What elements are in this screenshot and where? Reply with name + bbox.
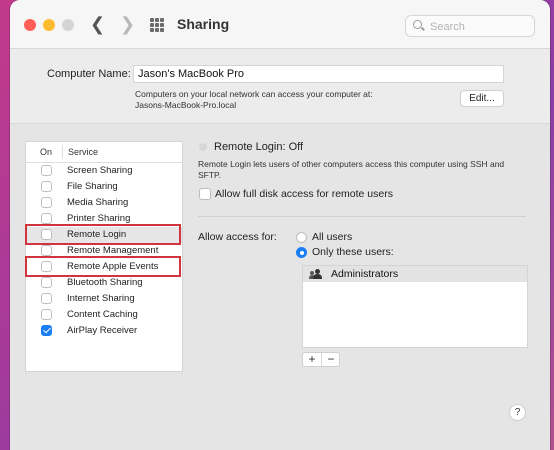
all-users-radio[interactable] [296, 232, 307, 243]
only-these-users-label[interactable]: Only these users: [312, 246, 394, 258]
sharing-window: ❮ ❯ Sharing Computer Name: Computers on … [10, 0, 550, 450]
service-label: Screen Sharing [67, 165, 133, 176]
computer-name-section: Computer Name: Computers on your local n… [10, 49, 550, 123]
close-button[interactable] [24, 19, 36, 31]
remove-user-button[interactable]: − [322, 353, 340, 366]
edit-button[interactable]: Edit... [460, 90, 504, 107]
service-label: Internet Sharing [67, 293, 135, 304]
computer-name-label: Computer Name: [47, 68, 131, 80]
allowed-users-list: Administrators [302, 265, 528, 348]
service-checkbox[interactable] [41, 325, 52, 336]
remote-login-description: Remote Login lets users of other compute… [198, 159, 505, 180]
group-icon [309, 269, 324, 279]
service-row-screen-sharing[interactable]: Screen Sharing [26, 163, 182, 179]
service-label: Bluetooth Sharing [67, 277, 143, 288]
column-separator [62, 145, 63, 159]
user-group-label: Administrators [331, 268, 399, 280]
service-label: Content Caching [67, 309, 138, 320]
back-chevron-icon[interactable]: ❮ [90, 13, 105, 35]
service-checkbox[interactable] [41, 277, 52, 288]
title-bar: ❮ ❯ Sharing [10, 0, 550, 49]
allow-access-label: Allow access for: [198, 231, 277, 243]
minimize-button[interactable] [43, 19, 55, 31]
full-disk-access-checkbox[interactable] [199, 188, 211, 200]
zoom-button[interactable] [62, 19, 74, 31]
sharing-settings-section: On Service Screen Sharing File Sharing Med… [10, 123, 550, 450]
add-remove-control: + − [302, 352, 340, 367]
help-button[interactable]: ? [509, 404, 526, 421]
column-header-on[interactable]: On [40, 147, 52, 157]
service-row-file-sharing[interactable]: File Sharing [26, 179, 182, 195]
computer-name-input[interactable] [133, 65, 504, 83]
service-list-header: On Service [26, 142, 182, 163]
service-checkbox[interactable] [41, 293, 52, 304]
search-field[interactable] [405, 15, 535, 37]
service-row-media-sharing[interactable]: Media Sharing [26, 195, 182, 211]
local-hostname: Jasons-MacBook-Pro.local [135, 100, 237, 110]
status-indicator-icon [199, 143, 207, 151]
service-label: Printer Sharing [67, 213, 131, 224]
service-row-content-caching[interactable]: Content Caching [26, 307, 182, 323]
full-disk-access-label[interactable]: Allow full disk access for remote users [215, 188, 393, 200]
service-checkbox[interactable] [41, 197, 52, 208]
service-checkbox[interactable] [41, 165, 52, 176]
show-all-grid-icon[interactable] [150, 18, 164, 32]
service-row-internet-sharing[interactable]: Internet Sharing [26, 291, 182, 307]
forward-chevron-icon[interactable]: ❯ [120, 13, 135, 35]
remote-login-status: Remote Login: Off [214, 141, 304, 153]
highlight-box [25, 256, 181, 277]
list-item[interactable]: Administrators [303, 266, 527, 282]
service-checkbox[interactable] [41, 181, 52, 192]
service-checkbox[interactable] [41, 213, 52, 224]
service-label: Media Sharing [67, 197, 129, 208]
network-access-text: Computers on your local network can acce… [135, 89, 373, 99]
only-these-users-radio[interactable] [296, 247, 307, 258]
computer-name-description: Computers on your local network can acce… [135, 89, 435, 111]
column-header-service[interactable]: Service [68, 147, 98, 157]
search-input[interactable] [428, 18, 532, 36]
service-row-bluetooth-sharing[interactable]: Bluetooth Sharing [26, 275, 182, 291]
search-icon [413, 20, 422, 29]
service-checkbox[interactable] [41, 309, 52, 320]
service-checkbox[interactable] [41, 245, 52, 256]
divider [198, 216, 526, 217]
service-label: AirPlay Receiver [67, 325, 138, 336]
all-users-label[interactable]: All users [312, 231, 352, 243]
service-list: On Service Screen Sharing File Sharing Med… [25, 141, 183, 372]
service-label: File Sharing [67, 181, 118, 192]
service-row-airplay-receiver[interactable]: AirPlay Receiver [26, 323, 182, 339]
highlight-box [25, 224, 181, 245]
service-label: Remote Management [67, 245, 159, 256]
add-user-button[interactable]: + [303, 353, 322, 366]
window-title: Sharing [177, 16, 230, 32]
